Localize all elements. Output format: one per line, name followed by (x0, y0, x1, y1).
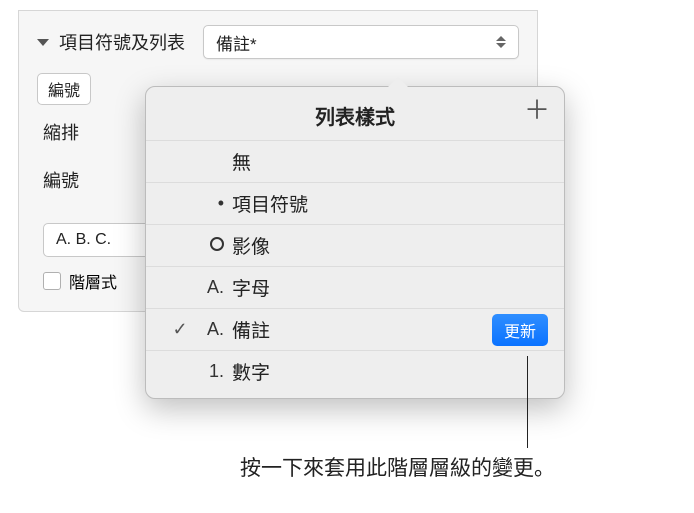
add-style-button[interactable]: ＋ (524, 97, 550, 123)
list-item-label: 字母 (232, 274, 548, 301)
list-item-label: 項目符號 (232, 190, 548, 217)
marker-letter: A. (194, 277, 232, 298)
list-item-label: 數字 (232, 358, 548, 385)
circle-icon (194, 235, 232, 256)
list-item-label: 無 (232, 148, 548, 175)
list-item-none[interactable]: 無 (146, 140, 564, 182)
section-header-row: 項目符號及列表 備註* (37, 25, 519, 59)
chevron-up-down-icon (496, 36, 506, 48)
list-item-number[interactable]: 1. 數字 (146, 350, 564, 392)
marker-number: 1. (194, 361, 232, 382)
callout-text: 按一下來套用此階層層級的變更。 (240, 452, 555, 482)
list-style-dropdown-value: 備註* (216, 30, 257, 55)
update-button[interactable]: 更新 (492, 314, 548, 346)
list-item-label: 備註 (232, 316, 492, 343)
list-item-image[interactable]: 影像 (146, 224, 564, 266)
hierarchy-checkbox[interactable] (43, 272, 61, 290)
bullet-icon: • (194, 193, 232, 214)
list-item-bullet[interactable]: • 項目符號 (146, 182, 564, 224)
list-item-letter[interactable]: A. 字母 (146, 266, 564, 308)
marker-note: A. (194, 319, 232, 340)
callout-leader-line (527, 356, 528, 448)
numbering-type-value: 編號 (48, 77, 80, 101)
list-item-label: 影像 (232, 232, 548, 259)
checkmark-icon: ✓ (166, 319, 194, 340)
list-style-popover: 列表樣式 ＋ 無 • 項目符號 影像 A. 字母 ✓ A. 備註 更新 (145, 86, 565, 399)
hierarchy-checkbox-label: 階層式 (69, 269, 117, 293)
popover-title: 列表樣式 (315, 101, 395, 130)
section-title: 項目符號及列表 (59, 29, 185, 55)
list-style-dropdown[interactable]: 備註* (203, 25, 519, 59)
list-style-options: 無 • 項目符號 影像 A. 字母 ✓ A. 備註 更新 1. 數字 (146, 140, 564, 398)
popover-header: 列表樣式 ＋ (146, 87, 564, 140)
list-item-note[interactable]: ✓ A. 備註 更新 (146, 308, 564, 350)
disclosure-triangle-icon[interactable] (37, 39, 49, 46)
numbering-type-dropdown[interactable]: 編號 (37, 73, 91, 105)
number-format-value: A. B. C. (56, 231, 111, 249)
